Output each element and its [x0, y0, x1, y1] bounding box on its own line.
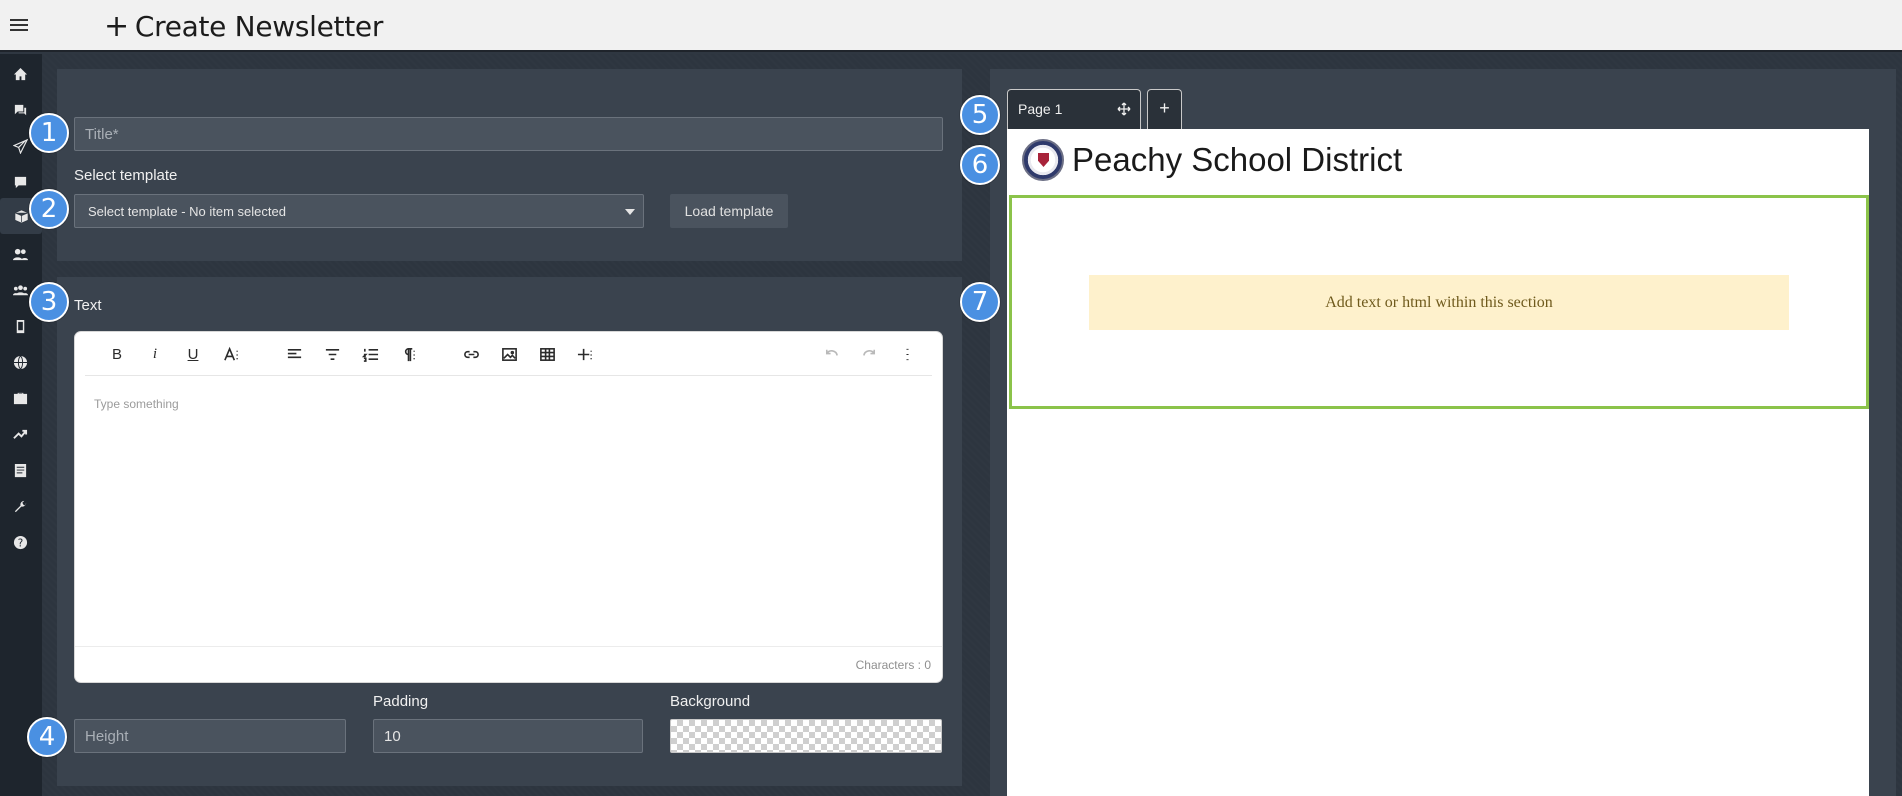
district-seal-logo — [1022, 139, 1064, 181]
italic-button[interactable]: i — [142, 342, 168, 366]
chevron-down-icon — [625, 209, 635, 215]
wrench-icon[interactable] — [8, 494, 32, 518]
align-center-button[interactable] — [319, 342, 345, 366]
background-color-picker[interactable] — [670, 719, 942, 753]
tab-page-1[interactable]: Page 1 — [1007, 89, 1141, 129]
help-icon[interactable]: ? — [8, 530, 32, 554]
editor-toolbar: B i U — [85, 332, 932, 376]
step-badge-1: 1 — [29, 113, 69, 153]
page-tab-label: Page 1 — [1018, 101, 1063, 117]
editor-footer: Characters : 0 — [75, 646, 942, 682]
text-label: Text — [74, 297, 102, 314]
step-badge-6: 6 — [960, 145, 1000, 185]
step-badge-2: 2 — [29, 189, 69, 229]
select-template-label: Select template — [74, 167, 178, 184]
plus-icon: + — [104, 9, 129, 44]
home-icon[interactable] — [8, 62, 32, 86]
top-bar: + Create Newsletter — [0, 0, 1902, 52]
padding-input[interactable] — [373, 719, 643, 753]
more-options-icon[interactable] — [894, 342, 920, 366]
document-icon[interactable] — [8, 458, 32, 482]
select-template-dropdown[interactable]: Select template - No item selected — [74, 194, 644, 228]
step-badge-4: 4 — [27, 717, 67, 757]
align-left-button[interactable] — [281, 342, 307, 366]
title-input[interactable] — [74, 117, 943, 151]
ordered-list-button[interactable] — [357, 342, 383, 366]
table-button[interactable] — [534, 342, 560, 366]
underline-button[interactable]: U — [180, 342, 206, 366]
step-badge-7: 7 — [960, 282, 1000, 322]
height-input[interactable] — [74, 719, 346, 753]
users-icon[interactable] — [8, 242, 32, 266]
hamburger-icon[interactable] — [10, 16, 28, 34]
move-icon[interactable] — [1117, 102, 1131, 116]
district-name: Peachy School District — [1072, 141, 1403, 178]
font-size-button[interactable] — [218, 342, 244, 366]
character-count: Characters : 0 — [855, 658, 931, 672]
background-label: Background — [670, 693, 751, 710]
rich-text-editor[interactable]: B i U Type something Characters : 0 — [74, 331, 943, 683]
load-template-button[interactable]: Load template — [670, 194, 788, 228]
trending-icon[interactable] — [8, 422, 32, 446]
step-badge-5: 5 — [960, 95, 1000, 135]
paragraph-button[interactable] — [395, 342, 421, 366]
comment-icon[interactable] — [8, 170, 32, 194]
chat-bubbles-icon[interactable] — [8, 98, 32, 122]
padding-label: Padding — [373, 693, 429, 710]
bold-button[interactable]: B — [104, 342, 130, 366]
template-card — [57, 69, 962, 261]
sidebar: ? — [0, 54, 42, 796]
step-badge-3: 3 — [29, 282, 69, 322]
page-title: + Create Newsletter — [104, 9, 384, 44]
mobile-icon[interactable] — [8, 314, 32, 338]
globe-icon[interactable] — [8, 350, 32, 374]
redo-button[interactable] — [856, 342, 882, 366]
insert-more-button[interactable] — [572, 342, 598, 366]
select-template-value: Select template - No item selected — [88, 204, 286, 219]
editor-placeholder: Type something — [94, 397, 179, 411]
send-icon[interactable] — [8, 134, 32, 158]
briefcase-icon[interactable] — [8, 386, 32, 410]
link-button[interactable] — [458, 342, 484, 366]
add-page-button[interactable]: + — [1147, 89, 1182, 129]
undo-button[interactable] — [818, 342, 844, 366]
image-button[interactable] — [496, 342, 522, 366]
section-hint: Add text or html within this section — [1089, 275, 1789, 330]
district-header[interactable]: Peachy School District — [1022, 137, 1402, 183]
svg-text:?: ? — [17, 537, 22, 549]
